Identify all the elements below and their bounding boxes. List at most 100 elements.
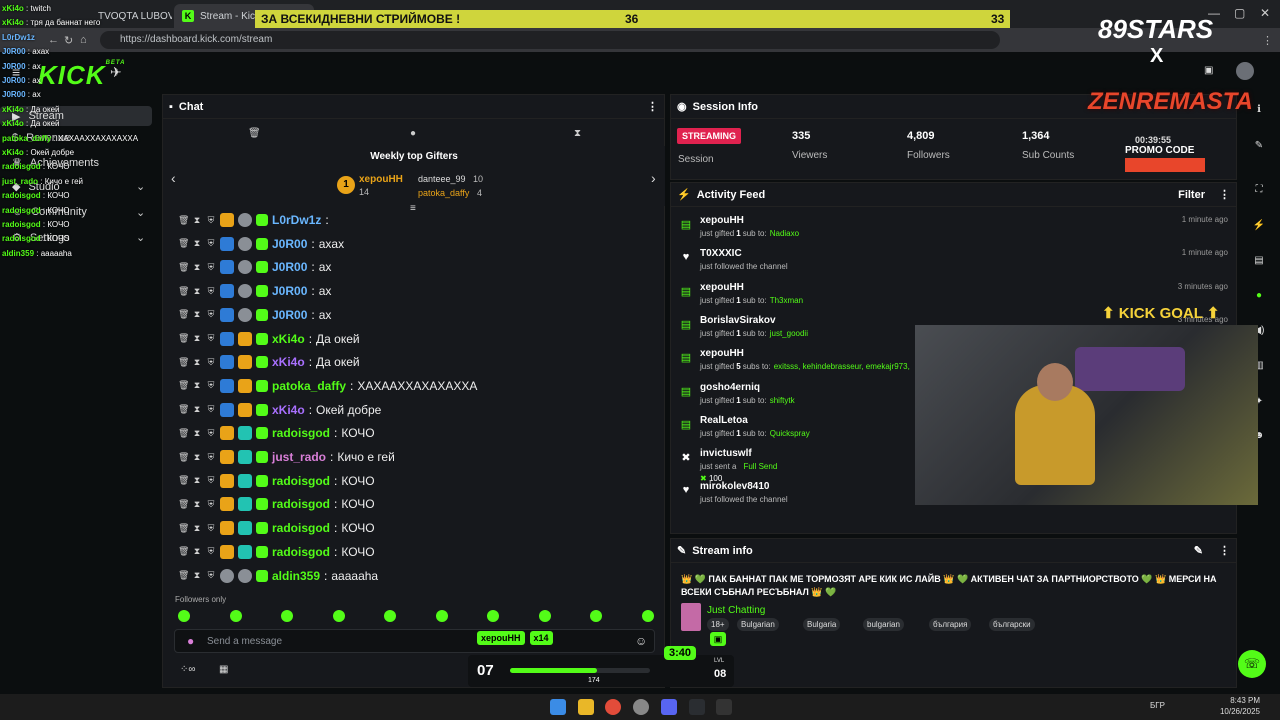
chat-message[interactable]: 🗑 ⧗ ⛨ radoisgod: КОЧО <box>178 494 375 514</box>
edit-icon[interactable]: ✎ <box>1194 544 1203 557</box>
menu-icon[interactable]: ⋮ <box>1262 34 1273 47</box>
discord-icon[interactable] <box>661 699 677 715</box>
timeout-icon[interactable]: ⧗ <box>192 404 202 415</box>
activity-item[interactable]: xepouHH just gifted 5 subs to: exitsss, kehi… <box>700 348 910 371</box>
chat-username[interactable]: J0R00 <box>272 260 307 274</box>
timeout-icon[interactable]: ⧗ <box>192 452 202 463</box>
chat-username[interactable]: just_rado <box>272 450 326 464</box>
trash-icon[interactable]: 🗑 <box>178 499 189 510</box>
timeout-icon[interactable]: ⧗ <box>192 215 202 226</box>
chat-message[interactable]: 🗑 ⧗ ⛨ radoisgod: КОЧО <box>178 542 375 562</box>
mic-icon[interactable]: ● <box>187 634 194 648</box>
reload-icon[interactable]: ↻ <box>64 34 73 47</box>
chat-message[interactable]: 🗑 ⧗ ⛨ xKi4o: Да окей <box>178 329 360 349</box>
trash-icon[interactable]: 🗑 <box>178 570 189 581</box>
chat-username[interactable]: radoisgod <box>272 474 330 488</box>
activity-user[interactable]: xepouHH <box>700 282 803 293</box>
shield-icon[interactable]: ⛨ <box>206 428 216 439</box>
shield-icon[interactable]: ⛨ <box>206 215 216 226</box>
more-icon[interactable]: ⋮ <box>647 100 658 113</box>
emote-icon[interactable] <box>229 610 242 622</box>
trash-icon[interactable]: 🗑 <box>178 380 189 391</box>
activity-item[interactable]: RealLetoa just gifted 1 sub to: Quickspray <box>700 415 810 438</box>
collapse-icon[interactable]: ≡ <box>410 203 416 214</box>
trash-icon[interactable]: 🗑 <box>248 128 261 139</box>
emote-icon[interactable] <box>384 610 396 622</box>
terminal-icon[interactable] <box>716 699 732 715</box>
home-icon[interactable]: ⌂ <box>80 34 87 46</box>
activity-user[interactable]: xepouHH <box>700 215 799 226</box>
document-icon[interactable]: ▤ <box>1252 255 1266 269</box>
chat-message[interactable]: 🗑 ⧗ ⛨ J0R00: ax <box>178 281 331 301</box>
shield-icon[interactable]: ⛨ <box>206 570 216 581</box>
activity-item[interactable]: T0XXXIC just followed the channel <box>700 248 795 271</box>
emote-icon[interactable] <box>641 610 654 622</box>
chat-username[interactable]: patoka_daffy <box>272 379 346 393</box>
timeout-icon[interactable]: ⧗ <box>192 286 202 297</box>
timeout-icon[interactable]: ⧗ <box>192 523 202 534</box>
shield-icon[interactable]: ⛨ <box>206 499 216 510</box>
back-icon[interactable]: ← <box>48 34 59 46</box>
trash-icon[interactable]: 🗑 <box>178 523 189 534</box>
trash-icon[interactable]: 🗑 <box>178 428 189 439</box>
timeout-icon[interactable]: ⧗ <box>192 428 202 439</box>
settings-dots-icon[interactable]: ⁘∞ <box>180 664 196 675</box>
timeout-icon[interactable]: ⧗ <box>192 262 202 273</box>
chat-message[interactable]: 🗑 ⧗ ⛨ J0R00: axax <box>178 234 344 254</box>
activity-item[interactable]: xepouHH just gifted 1 sub to: Nadiaxo <box>700 215 799 238</box>
timeout-icon[interactable]: ⧗ <box>192 380 202 391</box>
trash-icon[interactable]: 🗑 <box>178 238 189 249</box>
chat-username[interactable]: radoisgod <box>272 426 330 440</box>
chevron-right-icon[interactable]: › <box>651 170 656 186</box>
file-explorer-icon[interactable] <box>578 699 594 715</box>
emote-icon[interactable] <box>487 610 499 622</box>
chat-message[interactable]: 🗑 ⧗ ⛨ radoisgod: КОЧО <box>178 471 375 491</box>
activity-user[interactable]: invictuswlf <box>700 448 777 459</box>
trash-icon[interactable]: 🗑 <box>178 286 189 297</box>
chat-username[interactable]: radoisgod <box>272 545 330 559</box>
activity-user[interactable]: gosho4erniq <box>700 382 795 393</box>
emote-icon[interactable] <box>435 610 448 622</box>
timeout-icon[interactable]: ⧗ <box>192 309 202 320</box>
chat-message[interactable]: 🗑 ⧗ ⛨ aldin359: aaaaaha <box>178 566 378 586</box>
trash-icon[interactable]: 🗑 <box>178 546 189 557</box>
activity-user[interactable]: mirokolev8410 <box>700 481 795 492</box>
shield-icon[interactable]: ⛨ <box>206 309 216 320</box>
chat-message[interactable]: 🗑 ⧗ ⛨ J0R00: ax <box>178 305 331 325</box>
chat-username[interactable]: aldin359 <box>272 569 320 583</box>
chat-message[interactable]: 🗑 ⧗ ⛨ patoka_daffy: ХАХААХХАХАХАХХА <box>178 376 477 396</box>
chat-message[interactable]: 🗑 ⧗ ⛨ xKi4o: Окей добре <box>178 400 381 420</box>
bolt-icon[interactable]: ⚡ <box>1252 220 1266 234</box>
activity-user[interactable]: BorislavSirakov <box>700 315 808 326</box>
timeout-icon[interactable]: ⧗ <box>192 546 202 557</box>
activity-item[interactable]: BorislavSirakov just gifted 1 sub to: just_g… <box>700 315 808 338</box>
shield-icon[interactable]: ⛨ <box>206 546 216 557</box>
chat-username[interactable]: J0R00 <box>272 308 307 322</box>
activity-target[interactable]: shiftytk <box>770 396 795 405</box>
info-icon[interactable]: ℹ <box>1252 104 1266 118</box>
activity-user[interactable]: xepouHH <box>700 348 910 359</box>
tag-chip[interactable]: Bulgarian <box>737 618 779 631</box>
tag-chip[interactable]: българия <box>929 618 972 631</box>
shield-icon[interactable]: ⛨ <box>206 286 216 297</box>
chevron-left-icon[interactable]: ‹ <box>171 170 176 186</box>
fullscreen-icon[interactable]: ⛶ <box>1252 184 1266 198</box>
activity-item[interactable]: mirokolev8410 just followed the channel <box>700 481 795 504</box>
chat-icon[interactable]: ● <box>1252 290 1266 304</box>
activity-target[interactable]: just_goodii <box>770 329 808 338</box>
timeout-icon[interactable]: ⧗ <box>192 357 202 368</box>
timeout-icon[interactable]: ⧗ <box>192 475 202 486</box>
trash-icon[interactable]: 🗑 <box>178 262 189 273</box>
shield-icon[interactable]: ⛨ <box>206 262 216 273</box>
chat-message[interactable]: 🗑 ⧗ ⛨ xKi4o: Да окей <box>178 352 360 372</box>
emote-icon[interactable] <box>332 610 345 622</box>
shield-icon[interactable]: ⛨ <box>206 238 216 249</box>
more-icon[interactable]: ⋮ <box>1219 188 1230 201</box>
shield-icon[interactable]: ⛨ <box>206 357 216 368</box>
help-chat-icon[interactable]: ☏ <box>1238 650 1266 678</box>
chat-message[interactable]: 🗑 ⧗ ⛨ radoisgod: КОЧО <box>178 423 375 443</box>
category-thumbnail[interactable] <box>681 603 701 631</box>
activity-target[interactable]: Quickspray <box>770 429 810 438</box>
maximize-icon[interactable]: ▢ <box>1234 6 1245 20</box>
close-icon[interactable]: ✕ <box>1260 6 1270 20</box>
